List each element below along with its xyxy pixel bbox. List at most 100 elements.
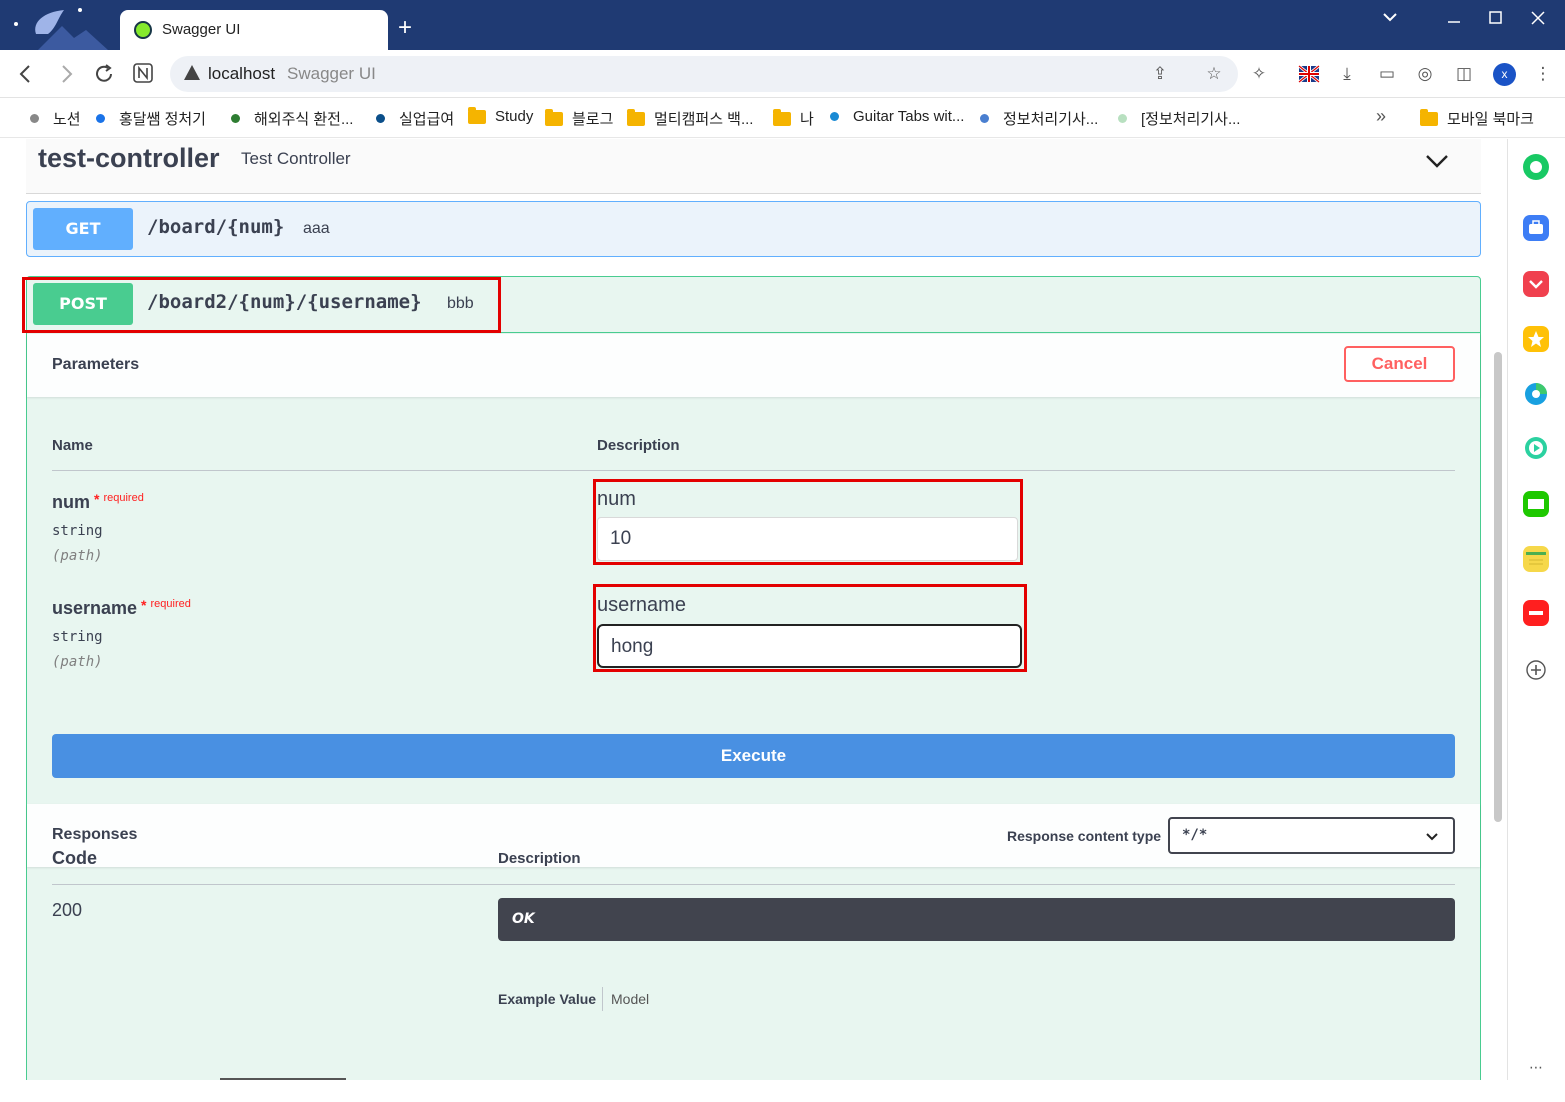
taskbar-indicator [220,1078,346,1080]
browser-logo-icon [8,4,118,50]
bookmark-label: Study [495,108,534,125]
bookmark-label: Guitar Tabs wit... [853,108,965,125]
swagger-favicon-icon [134,21,152,39]
bookmark-label: 실업급여 [399,111,455,128]
bookmark-label: 멀티캠퍼스 백... [654,111,754,128]
now-icon[interactable] [1523,600,1549,626]
extensions-icon[interactable]: ✧ [1248,63,1270,85]
parameters-section-header: Parameters Cancel [27,334,1480,397]
bookmark-mobile-folder[interactable]: 모바일 북마크 [1420,108,1534,129]
execute-button[interactable]: Execute [52,734,1455,778]
response-code: 200 [52,900,83,920]
url-host: localhost [208,64,276,83]
param-type: string [52,523,103,539]
bookmark-item[interactable]: 홍달쌤 정처기 [96,108,206,129]
column-header-name: Name [52,437,93,454]
param-name-username: username * required [52,597,191,618]
webtoon-icon[interactable] [1523,491,1549,517]
back-icon[interactable] [14,62,38,86]
column-header-description: Description [597,437,680,454]
menu-dots-icon[interactable]: ⋮ [1532,63,1554,85]
bookmark-item[interactable]: Study [468,106,534,125]
chevron-down-icon[interactable] [1424,151,1450,171]
bookmark-item[interactable]: Guitar Tabs wit... [830,108,964,125]
title-bar: Swagger UI + [0,0,1565,50]
operation-path: /board/{num} [147,216,285,238]
translate-flag-icon[interactable] [1298,63,1320,85]
bookmark-item[interactable]: 해외주식 환전... [231,108,353,129]
tab-model[interactable]: Model [611,991,649,1007]
notepad-icon[interactable] [1523,546,1549,572]
folder-icon [545,108,563,126]
responses-section-header: Responses Response content type */* [27,804,1480,867]
param-location: (path) [52,654,103,670]
response-content-type-select[interactable]: */* [1168,817,1455,854]
column-header-response-description: Description [498,850,581,867]
new-tab-button[interactable]: + [398,16,412,40]
divider [602,987,603,1011]
tab-search-icon[interactable] [1382,10,1398,28]
controller-description: Test Controller [241,149,351,168]
share-icon[interactable]: ⇪ [1150,64,1170,84]
edge-drop-icon[interactable] [1523,381,1549,407]
bookmark-item[interactable]: 멀티캠퍼스 백... [627,108,753,129]
camera-icon[interactable]: ◎ [1414,63,1436,85]
bookmarks-more-icon[interactable]: » [1376,106,1386,127]
forward-icon[interactable] [54,62,78,86]
bookmark-item[interactable]: [정보처리기사... [1118,108,1240,129]
favicon-icon [830,112,839,121]
minimize-icon[interactable] [1446,10,1462,31]
bookmarks-bar: » 모바일 북마크 노션 홍달쌤 정처기 해외주식 환전... 실업급여 Study 블로… [0,98,1565,138]
bookmark-item[interactable]: 실업급여 [376,108,454,129]
pocket-icon[interactable] [1523,271,1549,297]
controller-header[interactable]: test-controller Test Controller [26,139,1481,194]
divider [52,884,1455,885]
browser-toolbar: localhost Swagger UI ⇪ ☆ ✧ ⤓ ▭ ◎ ◫ x ⋮ [0,50,1565,98]
browser-tab-swagger[interactable]: Swagger UI [120,10,388,50]
notion-icon[interactable] [131,62,155,86]
reload-icon[interactable] [92,62,116,86]
favicon-icon [1118,114,1127,123]
download-icon[interactable]: ⤓ [1336,63,1358,85]
bookmark-item[interactable]: 노션 [30,108,81,129]
page-content: test-controller Test Controller GET /boa… [0,139,1507,1080]
profile-avatar[interactable]: x [1493,63,1516,86]
param-type: string [52,629,103,645]
favicon-icon [231,114,240,123]
bookmark-label: 노션 [53,111,81,128]
maximize-icon[interactable] [1488,10,1504,31]
favorites-star-icon[interactable] [1523,326,1549,352]
bookmark-star-icon[interactable]: ☆ [1204,64,1224,84]
add-panel-icon[interactable] [1523,657,1549,683]
highlight-username-box [593,584,1027,672]
folder-icon [627,108,645,126]
divider [52,470,1455,471]
close-icon[interactable] [1530,10,1546,31]
url-page-title: Swagger UI [287,64,376,83]
naver-talk-icon[interactable] [1523,154,1549,180]
bookmark-label: 블로그 [572,111,614,128]
sidebar-toggle-icon[interactable]: ◫ [1453,63,1475,85]
page-scrollbar[interactable] [1494,352,1502,822]
briefcase-icon[interactable] [1523,215,1549,241]
bookmark-item[interactable]: 블로그 [545,108,613,129]
highlight-num-box [593,479,1023,565]
column-header-code: Code [52,848,97,868]
folder-icon [468,106,486,124]
favicon-icon [376,114,385,123]
bookmark-item[interactable]: 나 [773,108,814,129]
cancel-button[interactable]: Cancel [1344,346,1455,382]
tab-example-value[interactable]: Example Value [498,991,596,1007]
tab-title: Swagger UI [162,21,241,38]
play-icon[interactable] [1523,435,1549,461]
chevron-down-icon [1425,830,1439,841]
favicon-icon [980,114,989,123]
operation-get-board[interactable]: GET /board/{num} aaa [26,201,1481,257]
response-description-ok: OK [498,898,1455,941]
bookmark-item[interactable]: 정보처리기사... [980,108,1098,129]
address-bar[interactable]: localhost Swagger UI ⇪ ☆ [170,56,1238,92]
panel-settings-icon[interactable]: ⋯ [1523,1059,1549,1080]
browser-window: Swagger UI + localhost Swagger UI ⇪ ☆ ✧ … [0,0,1565,1080]
not-secure-icon[interactable] [184,65,200,80]
screen-capture-icon[interactable]: ▭ [1376,63,1398,85]
